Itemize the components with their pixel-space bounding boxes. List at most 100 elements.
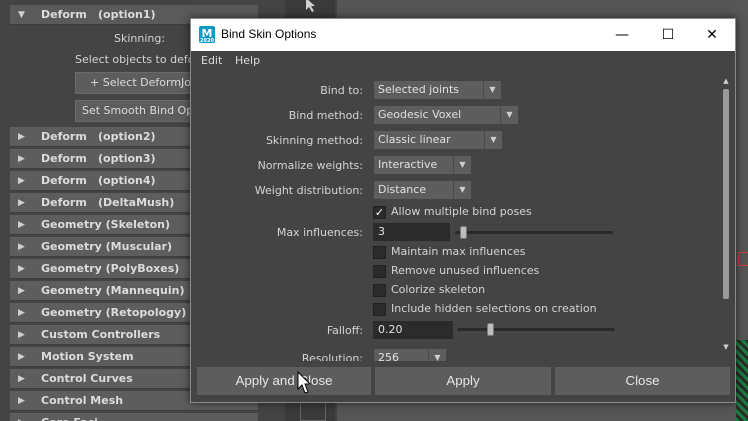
minimize-icon[interactable]: — — [599, 19, 645, 51]
apply-button[interactable]: Apply — [375, 367, 551, 395]
resolution-value: 256 — [378, 351, 399, 361]
chevron-down-icon: ▼ — [428, 349, 446, 361]
checkbox-unchecked[interactable] — [373, 246, 386, 259]
weight-distribution-dropdown[interactable]: Distance ▼ — [374, 181, 471, 199]
frame-label: Geometry (PolyBoxes) — [41, 262, 180, 275]
chevron-right-icon: ▶ — [18, 374, 25, 384]
frame-label: Deform — [41, 196, 87, 209]
apply-and-close-button[interactable]: Apply and Close — [197, 367, 371, 395]
chevron-right-icon: ▶ — [18, 330, 25, 340]
viewport-mesh-wireframe — [736, 340, 748, 421]
falloff-slider[interactable] — [457, 328, 615, 331]
normalize-weights-dropdown[interactable]: Interactive ▼ — [374, 156, 471, 174]
checkbox-label: Include hidden selections on creation — [391, 302, 597, 315]
skinning-label: Skinning: — [114, 32, 166, 45]
outliner-icon[interactable] — [300, 402, 326, 421]
chevron-down-icon: ▼ — [483, 81, 501, 99]
frame-label: Core Faci — [41, 413, 98, 421]
close-button[interactable]: Close — [555, 367, 730, 395]
frame-label: Deform — [41, 174, 87, 187]
checkbox-unchecked[interactable] — [373, 284, 386, 297]
checkbox-label: Remove unused influences — [391, 264, 540, 277]
menu-edit[interactable]: Edit — [201, 54, 222, 67]
chevron-down-icon: ▼ — [453, 156, 471, 174]
chevron-down-icon: ▼ — [500, 106, 518, 124]
options-content: Bind to: Selected joints ▼ Bind method: … — [191, 71, 735, 361]
frame-label: Geometry (Mannequin) — [41, 284, 185, 297]
skinning-method-dropdown[interactable]: Classic linear ▼ — [374, 131, 502, 149]
frame-label: Geometry (Retopology) — [41, 306, 187, 319]
frame-option: (option4) — [98, 174, 156, 187]
dialog-title: Bind Skin Options — [221, 27, 317, 41]
chevron-right-icon: ▶ — [18, 308, 25, 318]
bind-method-value: Geodesic Voxel — [378, 108, 462, 121]
max-influences-field[interactable]: 3 — [373, 223, 450, 241]
chevron-right-icon: ▶ — [18, 132, 25, 142]
bind-to-label: Bind to: — [320, 84, 363, 97]
vertical-scrollbar[interactable]: ▲ ▼ — [721, 77, 731, 353]
max-influences-slider[interactable] — [455, 231, 613, 234]
close-icon[interactable]: ✕ — [689, 19, 735, 51]
bind-method-label: Bind method: — [288, 109, 363, 122]
checkbox-unchecked[interactable] — [373, 265, 386, 278]
chevron-right-icon: ▶ — [18, 413, 25, 421]
scroll-up-icon[interactable]: ▲ — [721, 77, 731, 87]
app-icon-version: 2020 — [200, 38, 214, 44]
resolution-dropdown[interactable]: 256 ▼ — [374, 349, 446, 361]
falloff-slider-handle[interactable] — [487, 323, 495, 336]
bind-method-dropdown[interactable]: Geodesic Voxel ▼ — [374, 106, 518, 124]
checkbox-checked[interactable]: ✓ — [373, 206, 386, 219]
select-tool-icon[interactable] — [304, 0, 320, 12]
frame-core-faci[interactable]: ▶ Core Faci — [10, 413, 258, 421]
frame-label: Deform — [41, 152, 87, 165]
title-bar[interactable]: M 2020 Bind Skin Options — ☐ ✕ — [191, 19, 735, 51]
chevron-right-icon: ▶ — [18, 176, 25, 186]
chevron-right-icon: ▶ — [18, 198, 25, 208]
viewport-manipulator — [738, 252, 748, 266]
chevron-right-icon: ▶ — [18, 286, 25, 296]
frame-label: Deform — [41, 130, 87, 143]
select-objects-text: Select objects to defor — [75, 53, 199, 66]
resolution-label: Resolution: — [301, 352, 363, 361]
checkbox-label: Maintain max influences — [391, 245, 526, 258]
chevron-down-icon: ▼ — [453, 181, 471, 199]
chevron-right-icon: ▶ — [18, 396, 25, 406]
frame-label: Geometry (Skeleton) — [41, 218, 170, 231]
chevron-right-icon: ▶ — [18, 220, 25, 230]
frame-option: (DeltaMush) — [98, 196, 175, 209]
scroll-down-icon[interactable]: ▼ — [721, 343, 731, 353]
weight-distribution-label: Weight distribution: — [254, 184, 363, 197]
scrollbar-thumb[interactable] — [723, 89, 729, 299]
skinning-method-value: Classic linear — [378, 133, 451, 146]
falloff-field[interactable]: 0.20 — [373, 321, 453, 339]
checkbox-label: Allow multiple bind poses — [391, 205, 532, 218]
frame-label: Control Mesh — [41, 394, 124, 407]
falloff-label: Falloff: — [326, 324, 363, 337]
weight-distribution-value: Distance — [378, 183, 427, 196]
chevron-right-icon: ▶ — [18, 264, 25, 274]
checkbox-unchecked[interactable] — [373, 303, 386, 316]
select-deform-joints-button[interactable]: + Select DeformJoin — [75, 72, 192, 94]
skinning-method-label: Skinning method: — [265, 134, 363, 147]
frame-label: Geometry (Muscular) — [41, 240, 173, 253]
bind-skin-options-dialog: M 2020 Bind Skin Options — ☐ ✕ Edit Help… — [190, 18, 736, 403]
maximize-icon[interactable]: ☐ — [645, 19, 691, 51]
maya-app-icon: M 2020 — [199, 26, 215, 44]
set-smooth-bind-button[interactable]: Set Smooth Bind Opt — [75, 100, 192, 122]
frame-option: (option3) — [98, 152, 156, 165]
frame-option: (option1) — [98, 8, 156, 21]
mouse-cursor-icon — [297, 371, 312, 394]
normalize-weights-value: Interactive — [378, 158, 438, 171]
dialog-button-bar: Apply and Close Apply Close — [191, 365, 735, 397]
max-influences-slider-handle[interactable] — [459, 226, 467, 239]
frame-label: Deform — [41, 8, 87, 21]
chevron-right-icon: ▶ — [18, 242, 25, 252]
bind-to-value: Selected joints — [378, 83, 460, 96]
chevron-right-icon: ▶ — [18, 352, 25, 362]
checkbox-label: Colorize skeleton — [391, 283, 486, 296]
bind-to-dropdown[interactable]: Selected joints ▼ — [374, 81, 501, 99]
chevron-down-icon: ▼ — [484, 131, 502, 149]
max-influences-label: Max influences: — [276, 226, 363, 239]
chevron-down-icon: ▼ — [18, 10, 25, 20]
menu-help[interactable]: Help — [235, 54, 260, 67]
